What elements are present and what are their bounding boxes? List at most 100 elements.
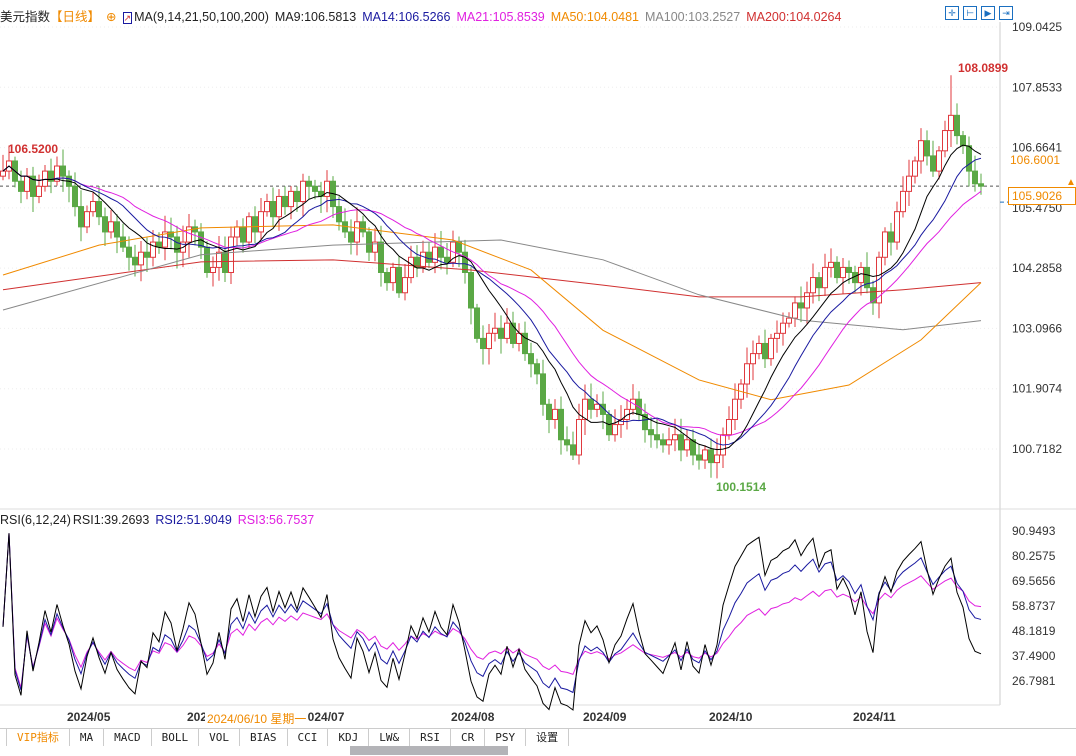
tab-kdj[interactable]: KDJ: [328, 729, 370, 746]
tab-rsi[interactable]: RSI: [410, 729, 451, 746]
candle-body: [408, 256, 414, 279]
candle-body: [810, 277, 816, 294]
candle-body: [378, 241, 384, 273]
price-tick: 100.7182: [1012, 442, 1062, 456]
candle-body: [114, 221, 120, 238]
rsi-tick: 69.5656: [1012, 574, 1056, 588]
rsi-tick: 90.9493: [1012, 524, 1056, 538]
candle-body: [930, 155, 936, 172]
candle-body: [138, 251, 144, 266]
candle-body: [282, 195, 288, 208]
candle-body: [24, 175, 30, 192]
ma50-price-tag: 106.6001: [1010, 153, 1060, 167]
candle-body: [900, 190, 906, 213]
rsi2-line: [2, 533, 982, 694]
candle-body: [888, 231, 894, 243]
candle-body: [912, 160, 918, 177]
horizontal-scrollbar[interactable]: [350, 746, 508, 755]
candle-body: [702, 449, 708, 461]
candle-body: [270, 201, 276, 218]
candle-body: [564, 439, 570, 446]
tab-boll[interactable]: BOLL: [152, 729, 200, 746]
candle-body: [612, 424, 618, 436]
candle-body: [300, 180, 306, 203]
candle-body: [312, 185, 318, 192]
candle-body: [576, 419, 582, 456]
candle-body: [654, 434, 660, 441]
indicator-tabs: VIP指标 MA MACD BOLL VOL BIAS CCI KDJ LW& RSI CR PSY 设…: [0, 728, 1076, 746]
candle-body: [732, 398, 738, 421]
tab-vol[interactable]: VOL: [199, 729, 240, 746]
rsi2-value: RSI2:51.9049: [155, 513, 232, 527]
candle-body: [468, 271, 474, 309]
candle-body: [264, 201, 270, 213]
candle-body: [336, 206, 342, 223]
candle-body: [684, 439, 690, 451]
ma14-line: [2, 157, 982, 446]
candle-body: [36, 185, 42, 197]
candle-body: [678, 434, 684, 451]
candle-body: [546, 403, 552, 421]
candle-body: [480, 337, 486, 350]
candle-body: [246, 216, 252, 243]
tab-vip[interactable]: VIP指标: [6, 729, 70, 746]
price-tick: 109.0425: [1012, 20, 1062, 34]
candle-body: [582, 398, 588, 421]
tab-psy[interactable]: PSY: [485, 729, 527, 746]
candle-body: [42, 170, 48, 187]
rsi-tick: 80.2575: [1012, 549, 1056, 563]
rsi-label: RSI(6,12,24): [0, 513, 71, 527]
candle-body: [492, 327, 498, 334]
candle-body: [438, 246, 444, 258]
candle-body: [660, 439, 666, 446]
date-label: 2024/11: [853, 710, 896, 724]
rsi3-line: [2, 533, 982, 688]
candle-body: [366, 231, 372, 253]
candle-body: [210, 266, 216, 273]
candle-body: [420, 251, 426, 268]
tab-settings[interactable]: 设置: [526, 729, 570, 746]
candle-body: [144, 251, 150, 258]
tab-cr[interactable]: CR: [451, 729, 486, 746]
candle-body: [798, 302, 804, 309]
candle-body: [276, 195, 282, 218]
rsi1-value: RSI1:39.2693: [72, 513, 150, 527]
price-tick: 107.8533: [1012, 80, 1062, 94]
candle-body: [822, 266, 828, 289]
candle-body: [72, 185, 78, 208]
candle-body: [204, 246, 210, 273]
candle-body: [390, 266, 396, 284]
price-tick: 104.2858: [1012, 261, 1062, 275]
candle-body: [120, 236, 126, 248]
candle-body: [174, 236, 180, 253]
price-chart[interactable]: 109.0425107.8533106.6641105.4750104.2858…: [0, 0, 1076, 728]
candle-body: [918, 140, 924, 162]
candle-body: [474, 307, 480, 339]
candle-body: [972, 170, 978, 185]
candle-body: [18, 180, 24, 192]
tab-bias[interactable]: BIAS: [240, 729, 288, 746]
candle-body: [804, 292, 810, 309]
rsi-header: RSI(6,12,24) RSI1:39.2693 RSI2:51.9049 RSI3…: [0, 513, 320, 531]
candle-body: [540, 373, 546, 405]
tab-ma[interactable]: MA: [70, 729, 105, 746]
candle-body: [672, 434, 678, 441]
candle-body: [846, 266, 852, 273]
tab-macd[interactable]: MACD: [104, 729, 152, 746]
candle-body: [792, 302, 798, 319]
price-tick: 101.9074: [1012, 382, 1062, 396]
candle-body: [444, 256, 450, 263]
candle-body: [588, 398, 594, 410]
candle-body: [816, 277, 822, 289]
candle-body: [498, 327, 504, 339]
rsi3-value: RSI3:56.7537: [237, 513, 315, 527]
tab-lw[interactable]: LW&: [369, 729, 411, 746]
candle-body: [570, 444, 576, 456]
date-label: 2024/09: [583, 710, 627, 724]
candle-body: [648, 429, 654, 436]
candle-body: [84, 211, 90, 228]
candle-body: [360, 221, 366, 233]
candle-body: [714, 454, 720, 464]
tab-cci[interactable]: CCI: [288, 729, 329, 746]
candle-body: [948, 114, 954, 132]
